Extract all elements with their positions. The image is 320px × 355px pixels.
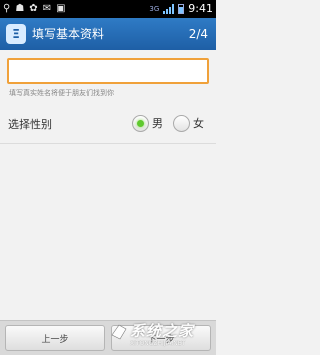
real-name-input[interactable] bbox=[7, 58, 209, 84]
network-type-label: 3G bbox=[149, 5, 160, 13]
sd-card-icon: ▣ bbox=[56, 3, 66, 14]
gender-radio-female[interactable]: 女 bbox=[173, 115, 204, 132]
radio-checked-icon[interactable] bbox=[132, 115, 149, 132]
next-step-button[interactable]: 下一步 bbox=[111, 325, 211, 351]
battery-icon bbox=[178, 4, 185, 14]
bottom-bar: 上一步 下一步 bbox=[0, 320, 216, 355]
app-logo-icon: Ξ bbox=[6, 24, 26, 44]
previous-step-button[interactable]: 上一步 bbox=[5, 325, 105, 351]
gender-row: 选择性别 男 女 bbox=[0, 112, 216, 140]
divider bbox=[0, 143, 216, 144]
gender-radio-male[interactable]: 男 bbox=[132, 115, 163, 132]
usb-icon: ⚲ bbox=[3, 3, 11, 14]
page-title: 填写基本资料 bbox=[32, 27, 105, 41]
signal-icon bbox=[163, 4, 175, 14]
notification-icon: ✿ bbox=[29, 3, 38, 14]
gender-label: 选择性别 bbox=[8, 118, 52, 131]
title-bar: Ξ 填写基本资料 2/4 bbox=[0, 18, 216, 50]
name-hint: 填写真实姓名将便于朋友们找到你 bbox=[9, 89, 114, 97]
notification-icons: ⚲ ☗ ✿ ✉ ▣ bbox=[3, 3, 66, 15]
android-debug-icon: ☗ bbox=[15, 3, 25, 14]
gender-option-male-label: 男 bbox=[152, 116, 163, 130]
gender-option-female-label: 女 bbox=[193, 116, 204, 130]
system-icons: 3G 9:41 bbox=[149, 3, 213, 15]
mail-icon: ✉ bbox=[42, 3, 52, 14]
clock: 9:41 bbox=[188, 2, 213, 15]
radio-dot bbox=[137, 120, 144, 127]
step-indicator: 2/4 bbox=[188, 27, 208, 41]
status-bar: ⚲ ☗ ✿ ✉ ▣ 3G 9:41 bbox=[0, 0, 216, 18]
radio-unchecked-icon[interactable] bbox=[173, 115, 190, 132]
